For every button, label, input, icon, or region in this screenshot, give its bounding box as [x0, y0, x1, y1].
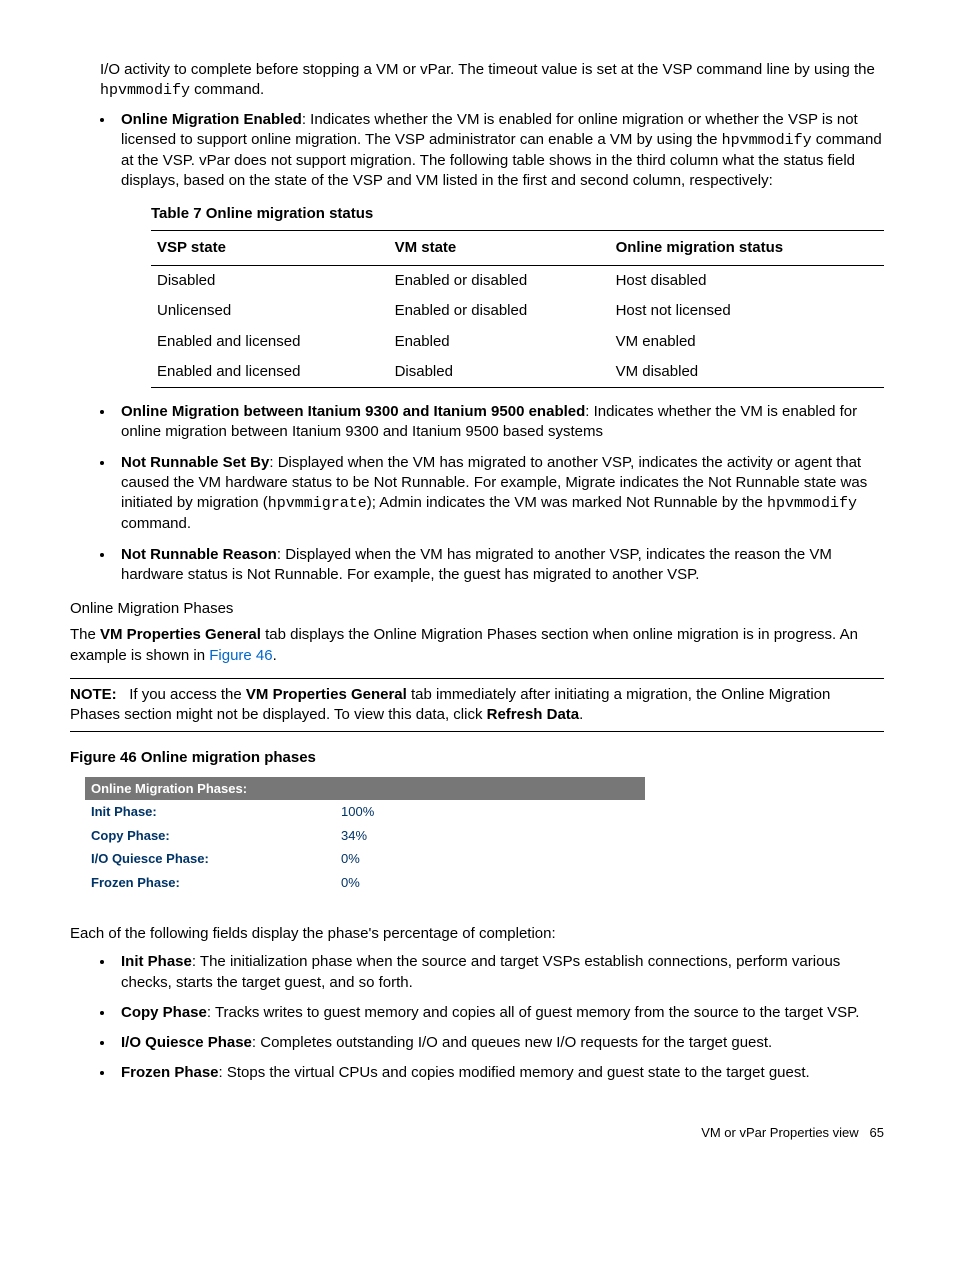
list-item: Online Migration between Itanium 9300 an… — [115, 402, 884, 443]
intro-cmd: hpvmmodify — [100, 82, 190, 99]
fig-value: 100% — [341, 803, 374, 821]
text: If you access the — [129, 686, 246, 703]
table7-title: Table 7 Online migration status — [151, 204, 884, 224]
table-row: Enabled and licensedDisabledVM disabled — [151, 357, 884, 388]
list-item: Online Migration Enabled: Indicates whet… — [115, 110, 884, 389]
list-item: I/O Quiesce Phase: Completes outstanding… — [115, 1033, 884, 1053]
table-row: DisabledEnabled or disabledHost disabled — [151, 266, 884, 297]
figure-link[interactable]: Figure 46 — [209, 647, 272, 664]
figure46-title: Figure 46 Online migration phases — [70, 748, 884, 768]
fig-label: Init Phase: — [91, 803, 341, 821]
td: Enabled or disabled — [389, 266, 610, 297]
list-item: Not Runnable Reason: Displayed when the … — [115, 545, 884, 586]
bullet-label: Online Migration between Itanium 9300 an… — [121, 403, 585, 420]
phases-paragraph: The VM Properties General tab displays t… — [70, 625, 884, 666]
text: . — [273, 647, 277, 664]
th: Online migration status — [610, 230, 884, 265]
bullet-text: : Stops the virtual CPUs and copies modi… — [219, 1064, 810, 1081]
table-header-row: VSP state VM state Online migration stat… — [151, 230, 884, 265]
text-bold: VM Properties General — [100, 626, 261, 643]
text-bold: Refresh Data — [487, 706, 580, 723]
td: Enabled and licensed — [151, 357, 389, 388]
bullet-cmd: hpvmmigrate — [268, 495, 367, 512]
fig-value: 0% — [341, 874, 360, 892]
th: VSP state — [151, 230, 389, 265]
td: Host disabled — [610, 266, 884, 297]
td: Disabled — [389, 357, 610, 388]
list-item: Init Phase: The initialization phase whe… — [115, 952, 884, 993]
figure-row: Init Phase:100% — [85, 800, 645, 824]
figure46-panel: Online Migration Phases: Init Phase:100%… — [85, 777, 645, 895]
intro-text-b: command. — [190, 81, 264, 98]
footer-text: VM or vPar Properties view — [701, 1125, 859, 1140]
bullet-label: Online Migration Enabled — [121, 111, 302, 128]
list-item: Copy Phase: Tracks writes to guest memor… — [115, 1003, 884, 1023]
table-row: Enabled and licensedEnabledVM enabled — [151, 327, 884, 357]
footer-page: 65 — [870, 1125, 884, 1140]
fig-label: Frozen Phase: — [91, 874, 341, 892]
bullet-text: : Tracks writes to guest memory and copi… — [207, 1004, 860, 1021]
list-item: Not Runnable Set By: Displayed when the … — [115, 453, 884, 535]
figure-row: I/O Quiesce Phase:0% — [85, 847, 645, 871]
bullet-label: Not Runnable Set By — [121, 454, 269, 471]
top-bullet-list: Online Migration Enabled: Indicates whet… — [70, 110, 884, 586]
note-prefix: NOTE: — [70, 686, 117, 703]
td: VM enabled — [610, 327, 884, 357]
phases-heading: Online Migration Phases — [70, 599, 884, 619]
figure46-header: Online Migration Phases: — [85, 777, 645, 801]
intro-paragraph: I/O activity to complete before stopping… — [100, 60, 884, 102]
bullet-text: ); Admin indicates the VM was marked Not… — [367, 494, 767, 511]
fields-intro: Each of the following fields display the… — [70, 924, 884, 944]
fig-label: I/O Quiesce Phase: — [91, 850, 341, 868]
td: Host not licensed — [610, 296, 884, 326]
text-bold: VM Properties General — [246, 686, 407, 703]
td: Enabled or disabled — [389, 296, 610, 326]
bullet-label: Frozen Phase — [121, 1064, 219, 1081]
td: Unlicensed — [151, 296, 389, 326]
td: Disabled — [151, 266, 389, 297]
bullet-label: I/O Quiesce Phase — [121, 1034, 252, 1051]
table7: VSP state VM state Online migration stat… — [151, 230, 884, 388]
bullet-label: Init Phase — [121, 953, 192, 970]
fig-value: 34% — [341, 827, 367, 845]
bullet-label: Not Runnable Reason — [121, 546, 277, 563]
page-footer: VM or vPar Properties view 65 — [70, 1124, 884, 1142]
fig-value: 0% — [341, 850, 360, 868]
bullet-text: : Completes outstanding I/O and queues n… — [252, 1034, 772, 1051]
list-item: Frozen Phase: Stops the virtual CPUs and… — [115, 1063, 884, 1083]
td: VM disabled — [610, 357, 884, 388]
text: . — [579, 706, 583, 723]
note-block: NOTE: If you access the VM Properties Ge… — [70, 678, 884, 733]
figure-row: Frozen Phase:0% — [85, 871, 645, 895]
td: Enabled and licensed — [151, 327, 389, 357]
bullet-cmd: hpvmmodify — [767, 495, 857, 512]
text: The — [70, 626, 100, 643]
bullet-text: command. — [121, 515, 191, 532]
bullet-text: : The initialization phase when the sour… — [121, 953, 840, 990]
table-row: UnlicensedEnabled or disabledHost not li… — [151, 296, 884, 326]
intro-text-a: I/O activity to complete before stopping… — [100, 61, 875, 78]
bullet-label: Copy Phase — [121, 1004, 207, 1021]
td: Enabled — [389, 327, 610, 357]
th: VM state — [389, 230, 610, 265]
bullet-cmd: hpvmmodify — [722, 132, 812, 149]
fig-label: Copy Phase: — [91, 827, 341, 845]
phase-bullet-list: Init Phase: The initialization phase whe… — [70, 952, 884, 1083]
figure-row: Copy Phase:34% — [85, 824, 645, 848]
